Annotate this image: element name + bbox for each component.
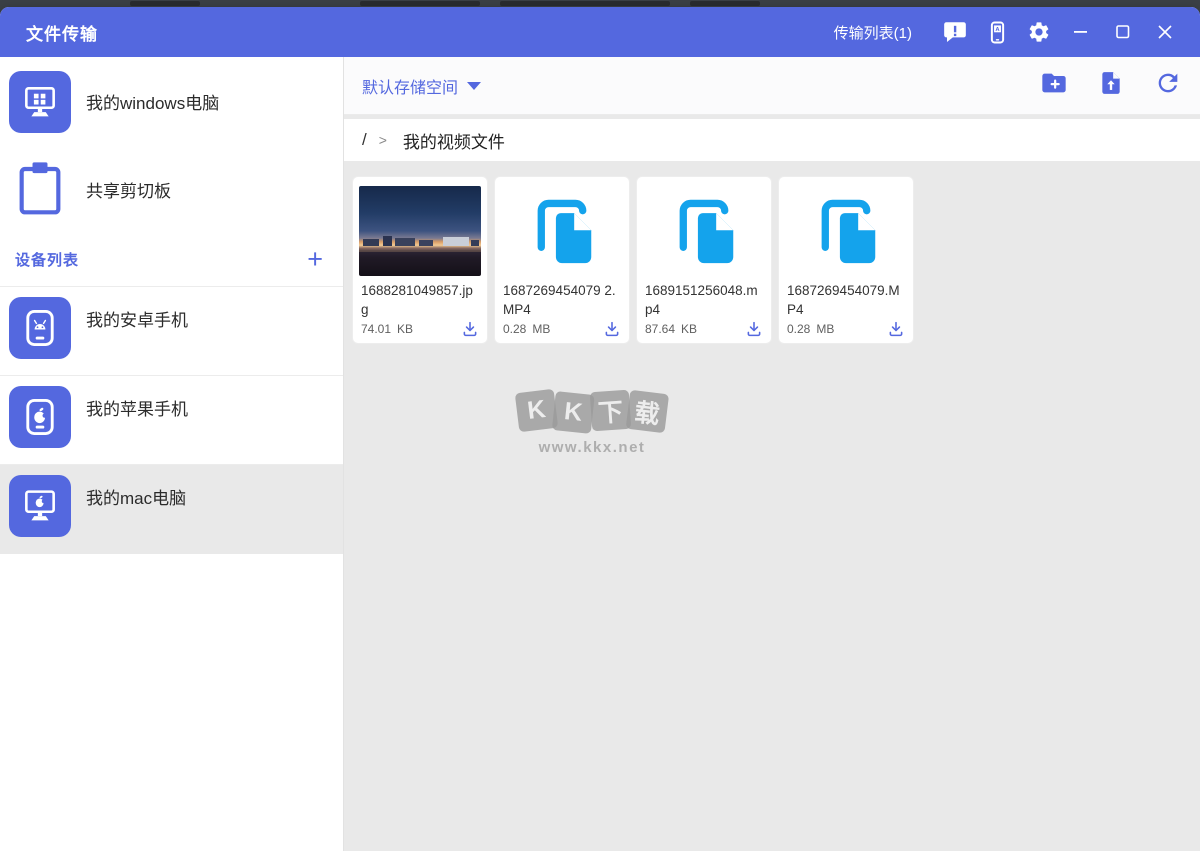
download-button[interactable] bbox=[461, 320, 479, 338]
clipboard-icon bbox=[9, 157, 71, 221]
feedback-button[interactable] bbox=[934, 12, 976, 52]
file-card[interactable]: 1689151256048.mp4 87.64 KB bbox=[636, 176, 772, 344]
close-icon bbox=[1158, 25, 1172, 39]
app-window: 文件传输 传输列表(1) A 我的windows电脑 共享剪切板 设备列表 + … bbox=[0, 7, 1200, 851]
background-blur-fragment bbox=[130, 1, 200, 6]
titlebar: 文件传输 传输列表(1) A bbox=[0, 7, 1200, 57]
file-grid: 1688281049857.jpg 74.01 KB 1687269454079… bbox=[352, 176, 1200, 344]
titlebar-actions: 传输列表(1) A bbox=[834, 12, 1186, 52]
file-copy-icon bbox=[665, 190, 743, 273]
background-blur-fragment bbox=[690, 1, 760, 6]
sidebar-item-android-phone[interactable]: 我的安卓手机 bbox=[0, 287, 343, 376]
file-size: 87.64 KB bbox=[645, 322, 698, 336]
download-button[interactable] bbox=[745, 320, 763, 338]
device-list-title: 设备列表 bbox=[15, 251, 80, 269]
main-toolbar: 默认存储空间 bbox=[344, 57, 1200, 115]
phone-a-icon: A bbox=[985, 20, 1010, 45]
download-icon bbox=[463, 321, 477, 337]
main-panel: 默认存储空间 / > 我的视频文件 1688281049857.jpg 74.0… bbox=[344, 57, 1200, 851]
download-icon bbox=[889, 321, 903, 337]
file-card[interactable]: 1688281049857.jpg 74.01 KB bbox=[352, 176, 488, 344]
file-upload-icon bbox=[1098, 69, 1124, 102]
close-button[interactable] bbox=[1144, 12, 1186, 52]
maximize-button[interactable] bbox=[1102, 12, 1144, 52]
app-title: 文件传输 bbox=[26, 24, 98, 44]
sidebar: 我的windows电脑 共享剪切板 设备列表 + 我的安卓手机 我的苹果手机 我… bbox=[0, 57, 344, 851]
storage-dropdown-label: 默认存储空间 bbox=[362, 79, 459, 97]
storage-dropdown[interactable]: 默认存储空间 bbox=[362, 74, 482, 98]
folder-plus-icon bbox=[1040, 69, 1068, 102]
breadcrumb-current-folder[interactable]: 我的视频文件 bbox=[403, 128, 505, 153]
breadcrumb-root[interactable]: / bbox=[362, 130, 367, 150]
feedback-icon bbox=[942, 19, 968, 45]
android-phone-icon bbox=[9, 297, 71, 359]
minimize-button[interactable] bbox=[1060, 12, 1102, 52]
transfer-list-button[interactable]: 传输列表(1) bbox=[834, 22, 912, 43]
sidebar-item-label: 我的mac电脑 bbox=[86, 489, 187, 508]
file-size: 74.01 KB bbox=[361, 322, 414, 336]
breadcrumb: / > 我的视频文件 bbox=[344, 119, 1200, 161]
sidebar-item-shared-clipboard[interactable]: 共享剪切板 bbox=[0, 146, 343, 232]
sidebar-item-mac-computer[interactable]: 我的mac电脑 bbox=[0, 465, 343, 554]
new-folder-button[interactable] bbox=[1040, 69, 1068, 102]
download-icon bbox=[747, 321, 761, 337]
file-copy-icon bbox=[523, 190, 601, 273]
watermark-url: www.kkx.net bbox=[538, 439, 646, 456]
download-icon bbox=[605, 321, 619, 337]
file-copy-icon bbox=[807, 190, 885, 273]
sidebar-item-windows-computer[interactable]: 我的windows电脑 bbox=[0, 57, 343, 146]
file-card[interactable]: 1687269454079.MP4 0.28 MB bbox=[778, 176, 914, 344]
file-size: 0.28 MB bbox=[503, 322, 551, 336]
toolbar-actions bbox=[1040, 69, 1182, 102]
apple-phone-icon bbox=[9, 386, 71, 448]
sidebar-item-label: 共享剪切板 bbox=[86, 181, 171, 201]
maximize-icon bbox=[1116, 25, 1130, 39]
settings-button[interactable] bbox=[1018, 12, 1060, 52]
file-size: 0.28 MB bbox=[787, 322, 835, 336]
thumbnail-skyline bbox=[363, 239, 379, 246]
device-list-header: 设备列表 + bbox=[0, 232, 343, 287]
image-thumbnail bbox=[359, 186, 481, 276]
download-button[interactable] bbox=[887, 320, 905, 338]
file-name: 1689151256048.mp4 bbox=[645, 283, 758, 318]
file-card[interactable]: 1687269454079 2.MP4 0.28 MB bbox=[494, 176, 630, 344]
add-device-button[interactable]: + bbox=[307, 245, 323, 273]
file-name: 1688281049857.jpg bbox=[361, 283, 473, 318]
windows-computer-icon bbox=[9, 70, 71, 133]
upload-file-button[interactable] bbox=[1098, 69, 1124, 102]
refresh-icon bbox=[1154, 69, 1182, 102]
file-area: 1688281049857.jpg 74.01 KB 1687269454079… bbox=[344, 161, 1200, 851]
mac-computer-icon bbox=[9, 475, 71, 537]
sidebar-item-label: 我的windows电脑 bbox=[86, 94, 220, 113]
breadcrumb-separator: > bbox=[378, 132, 387, 148]
refresh-button[interactable] bbox=[1154, 69, 1182, 102]
background-blur-fragment bbox=[500, 1, 670, 6]
watermark-logo: K K 下 载 bbox=[502, 388, 682, 434]
background-blur-fragment bbox=[360, 1, 480, 6]
sidebar-item-label: 我的安卓手机 bbox=[86, 311, 188, 330]
minimize-icon bbox=[1074, 30, 1088, 34]
download-button[interactable] bbox=[603, 320, 621, 338]
file-name: 1687269454079.MP4 bbox=[787, 283, 900, 318]
sidebar-item-label: 我的苹果手机 bbox=[86, 400, 188, 419]
chevron-down-icon bbox=[467, 81, 482, 90]
watermark: K K 下 载 www.kkx.net bbox=[502, 388, 682, 456]
file-name: 1687269454079 2.MP4 bbox=[503, 283, 616, 318]
gear-icon bbox=[1027, 20, 1051, 44]
sidebar-item-apple-phone[interactable]: 我的苹果手机 bbox=[0, 376, 343, 465]
device-button[interactable]: A bbox=[976, 12, 1018, 52]
